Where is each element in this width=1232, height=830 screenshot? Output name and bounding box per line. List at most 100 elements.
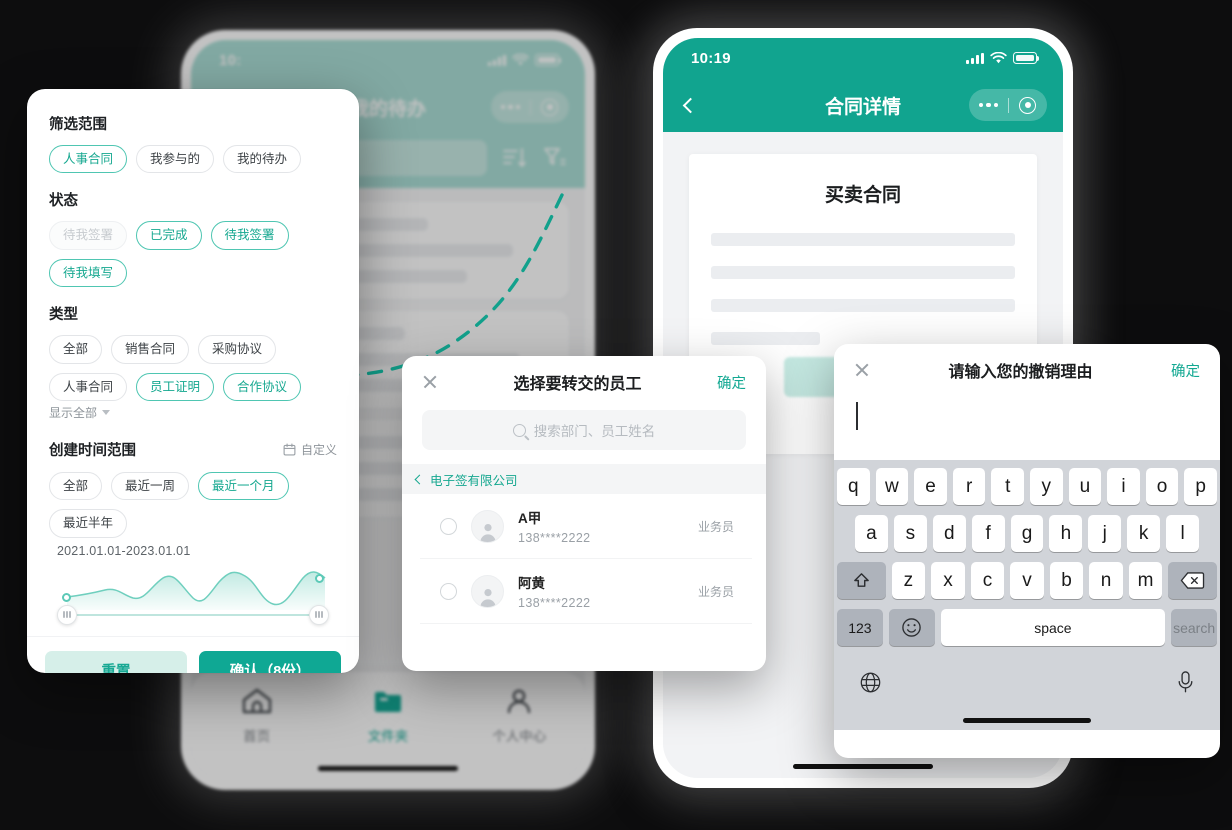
tab-label: 个人中心 [492, 729, 547, 744]
filter-panel: 筛选范围 人事合同 我参与的 我的待办 状态 待我签署 已完成 待我签署 待我填… [27, 89, 359, 673]
employee-info: A甲 138****2222 [518, 507, 591, 545]
key-q[interactable]: q [837, 468, 870, 505]
employee-row[interactable]: 阿黄 138****2222 业务员 [420, 559, 752, 624]
contract-placeholder-line [711, 299, 1015, 312]
key-n[interactable]: n [1089, 562, 1123, 599]
more-dots-icon[interactable] [491, 104, 530, 110]
chip-type-2[interactable]: 采购协议 [198, 335, 277, 364]
slider-track [63, 613, 323, 616]
mini-program-capsule[interactable] [969, 89, 1047, 121]
custom-date-label: 自定义 [300, 442, 337, 457]
key-c[interactable]: c [970, 562, 1005, 599]
bottom-tab-bar: 首页 文件夹 个人中心 [191, 672, 585, 780]
key-i[interactable]: i [1107, 468, 1140, 505]
search-input[interactable]: 搜索部门、员工姓名 [422, 410, 746, 450]
chip-time-3[interactable]: 最近半年 [49, 509, 128, 538]
target-circle-icon[interactable] [1009, 96, 1048, 114]
target-circle-icon[interactable] [531, 98, 570, 116]
shift-arrow-icon[interactable] [837, 562, 886, 599]
key-z[interactable]: z [891, 562, 926, 599]
microphone-icon[interactable] [1176, 670, 1195, 694]
date-range-slider[interactable] [53, 564, 333, 630]
key-l[interactable]: l [1166, 515, 1200, 552]
battery-icon [535, 54, 562, 66]
chip-time-0[interactable]: 全部 [49, 471, 103, 501]
key-y[interactable]: y [1030, 468, 1063, 505]
chip-time-2[interactable]: 最近一个月 [198, 471, 289, 501]
slider-handle-left[interactable] [57, 604, 77, 625]
revoke-reason-modal: 请输入您的撤销理由 确定 q w e r t y u i o p a s d f… [834, 344, 1220, 758]
more-dots-icon[interactable] [969, 102, 1008, 108]
filter-time-label: 创建时间范围 [49, 442, 136, 459]
chevron-left-icon[interactable] [682, 97, 699, 113]
space-key[interactable]: space [940, 609, 1166, 646]
backspace-icon[interactable] [1168, 562, 1217, 599]
numeric-key[interactable]: 123 [837, 609, 883, 646]
breadcrumb[interactable]: 电子签有限公司 [402, 464, 766, 494]
reason-textarea[interactable] [834, 396, 1220, 460]
key-t[interactable]: t [991, 468, 1024, 505]
confirm-button[interactable]: 确定 [717, 372, 746, 393]
key-v[interactable]: v [1010, 562, 1044, 599]
transfer-modal-header: 选择要转交的员工 确定 [402, 356, 766, 408]
chip-type-5[interactable]: 合作协议 [223, 372, 302, 401]
signal-bars-icon [966, 52, 984, 64]
status-bar: 10: [191, 40, 585, 80]
home-indicator [318, 766, 458, 771]
filter-funnel-icon[interactable] [541, 145, 567, 171]
radio-button[interactable] [440, 517, 457, 535]
chip-scope-0[interactable]: 人事合同 [49, 145, 128, 174]
chip-scope-1[interactable]: 我参与的 [136, 145, 215, 174]
chip-type-0[interactable]: 全部 [49, 335, 103, 364]
chip-status-1[interactable]: 已完成 [136, 221, 202, 250]
mini-program-capsule[interactable] [491, 91, 569, 123]
chip-type-1[interactable]: 销售合同 [111, 335, 190, 364]
custom-date-button[interactable]: 自定义 [283, 441, 337, 458]
emoji-smiley-icon[interactable] [888, 609, 935, 646]
confirm-button[interactable]: 确定 [1171, 360, 1200, 381]
tab-folder[interactable]: 文件夹 [322, 686, 453, 745]
key-u[interactable]: u [1068, 468, 1102, 505]
key-f[interactable]: f [971, 515, 1005, 552]
tab-profile[interactable]: 个人中心 [454, 686, 585, 745]
key-e[interactable]: e [914, 468, 947, 505]
key-b[interactable]: b [1049, 562, 1084, 599]
key-a[interactable]: a [855, 515, 888, 552]
filter-status-chips: 待我签署 已完成 待我签署 待我填写 [49, 221, 337, 288]
key-r[interactable]: r [952, 468, 986, 505]
chip-status-2[interactable]: 待我签署 [210, 221, 289, 250]
show-all-toggle[interactable]: 显示全部 [49, 404, 337, 421]
chip-status-3[interactable]: 待我填写 [49, 258, 128, 288]
key-w[interactable]: w [875, 468, 909, 505]
key-x[interactable]: x [931, 562, 965, 599]
radio-button[interactable] [440, 582, 457, 600]
chip-status-0: 待我签署 [49, 221, 128, 250]
slider-handle-right[interactable] [309, 604, 329, 625]
key-g[interactable]: g [1010, 515, 1044, 552]
key-h[interactable]: h [1049, 515, 1083, 552]
key-d[interactable]: d [932, 515, 966, 552]
key-p[interactable]: p [1184, 468, 1217, 505]
confirm-button[interactable]: 确认（8份） [199, 650, 341, 673]
close-x-icon[interactable] [422, 374, 438, 390]
keyboard-row-1: q w e r t y u i o p [837, 468, 1217, 505]
keyboard-row-4: 123 space search [837, 609, 1218, 646]
employee-row[interactable]: A甲 138****2222 业务员 [420, 494, 752, 559]
tab-home[interactable]: 首页 [191, 686, 322, 745]
globe-icon[interactable] [859, 671, 882, 694]
close-x-icon[interactable] [854, 362, 870, 378]
date-range-value: 2021.01.01-2023.01.01 [57, 543, 191, 558]
search-key[interactable]: search [1171, 609, 1218, 646]
sort-icon[interactable] [501, 145, 527, 171]
chip-type-3[interactable]: 人事合同 [49, 372, 128, 401]
chip-scope-2[interactable]: 我的待办 [223, 145, 302, 174]
key-m[interactable]: m [1128, 562, 1163, 599]
chip-type-4[interactable]: 员工证明 [136, 372, 215, 401]
key-s[interactable]: s [893, 515, 927, 552]
key-o[interactable]: o [1145, 468, 1179, 505]
chip-time-1[interactable]: 最近一周 [111, 471, 190, 501]
key-k[interactable]: k [1127, 515, 1161, 552]
employee-role: 业务员 [697, 519, 734, 534]
reset-button[interactable]: 重置 [45, 650, 187, 673]
key-j[interactable]: j [1088, 515, 1122, 552]
